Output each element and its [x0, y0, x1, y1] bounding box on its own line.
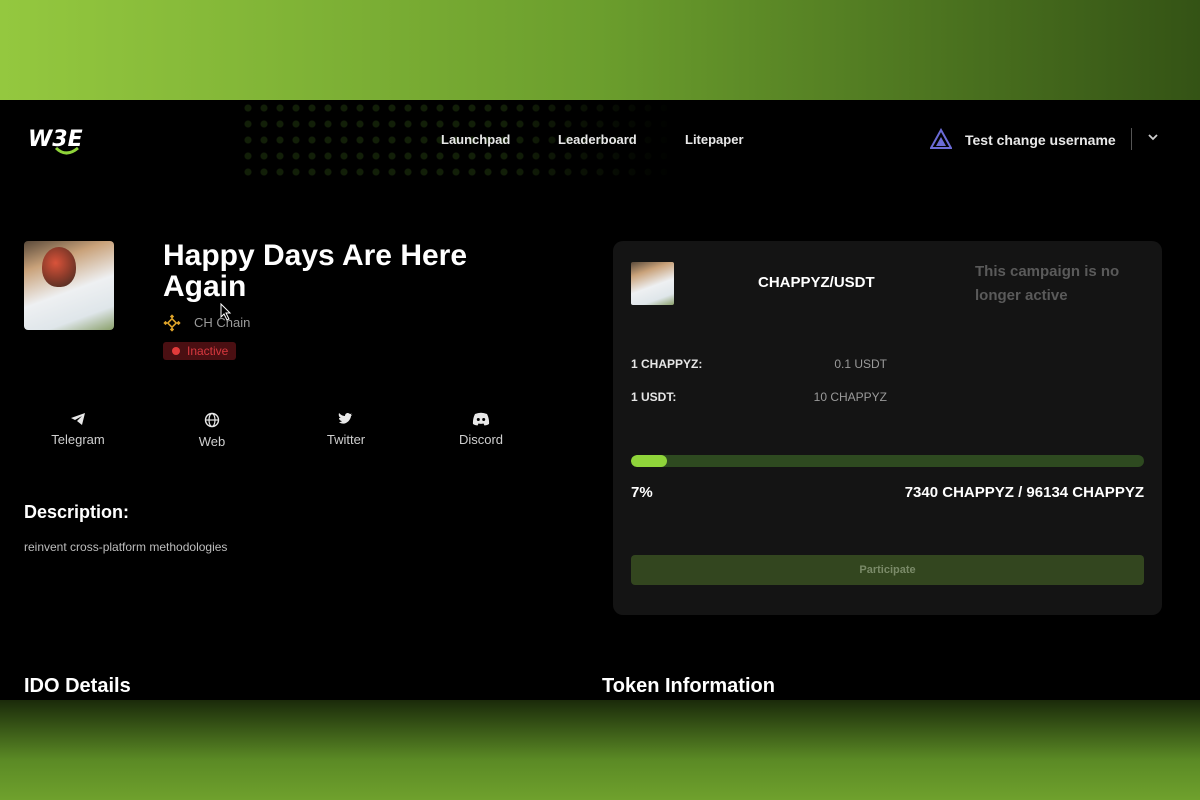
- globe-icon: [204, 412, 220, 428]
- username[interactable]: Test change username: [965, 132, 1116, 148]
- rate-label-usdt: 1 USDT:: [631, 390, 677, 404]
- bnb-chain-icon: [163, 314, 181, 332]
- social-twitter-label: Twitter: [326, 432, 366, 447]
- status-badge: Inactive: [163, 342, 237, 360]
- w3e-logo[interactable]: W3E: [26, 122, 96, 158]
- top-backdrop-band: [0, 0, 1200, 100]
- discord-icon: [472, 412, 490, 426]
- progress-fill: [631, 455, 667, 467]
- social-telegram[interactable]: Telegram: [38, 412, 118, 447]
- app-screen: W3E Launchpad Leaderboard Litepaper Test…: [0, 100, 1200, 700]
- bottom-backdrop-band: [0, 700, 1200, 800]
- user-divider: [1131, 128, 1132, 150]
- mouse-cursor-icon: [220, 303, 232, 321]
- rate-label-chappyz: 1 CHAPPYZ:: [631, 357, 703, 371]
- token-information-heading: Token Information: [602, 675, 775, 697]
- rate-value-usdt: 10 CHAPPYZ: [813, 390, 887, 404]
- status-dot: [172, 347, 180, 355]
- campaign-inactive-message: This campaign is no longer active: [975, 263, 1120, 304]
- telegram-icon: [71, 413, 85, 425]
- project-thumbnail: [24, 241, 114, 330]
- project-title: Happy Days Are Here Again: [163, 239, 468, 303]
- status-label: Inactive: [187, 344, 229, 358]
- nav-leaderboard[interactable]: Leaderboard: [558, 132, 637, 147]
- description-text: reinvent cross-platform methodologies: [24, 540, 228, 554]
- social-twitter[interactable]: Twitter: [306, 412, 386, 447]
- social-discord[interactable]: Discord: [441, 412, 521, 447]
- rate-value-chappyz: 0.1 USDT: [834, 357, 887, 371]
- chevron-down-icon[interactable]: [1146, 130, 1160, 144]
- svg-text:W3E: W3E: [28, 127, 83, 152]
- description-heading: Description:: [24, 502, 130, 522]
- social-web[interactable]: Web: [172, 412, 252, 449]
- twitter-icon: [338, 412, 353, 424]
- social-telegram-label: Telegram: [51, 432, 105, 447]
- triangle-logo-icon: [930, 128, 952, 149]
- participate-button[interactable]: Participate: [631, 555, 1144, 585]
- trading-pair: CHAPPYZ/USDT: [758, 274, 875, 291]
- social-discord-label: Discord: [458, 432, 504, 447]
- progress-percent: 7%: [631, 484, 653, 501]
- progress-bar: [631, 455, 1144, 467]
- token-thumbnail: [631, 262, 674, 305]
- nav-launchpad[interactable]: Launchpad: [441, 132, 510, 147]
- sale-card: CHAPPYZ/USDT This campaign is no longer …: [613, 241, 1162, 615]
- social-web-label: Web: [198, 434, 226, 449]
- ido-details-heading: IDO Details: [24, 675, 131, 697]
- nav-litepaper[interactable]: Litepaper: [685, 132, 744, 147]
- raised-amounts: 7340 CHAPPYZ / 96134 CHAPPYZ: [904, 484, 1144, 501]
